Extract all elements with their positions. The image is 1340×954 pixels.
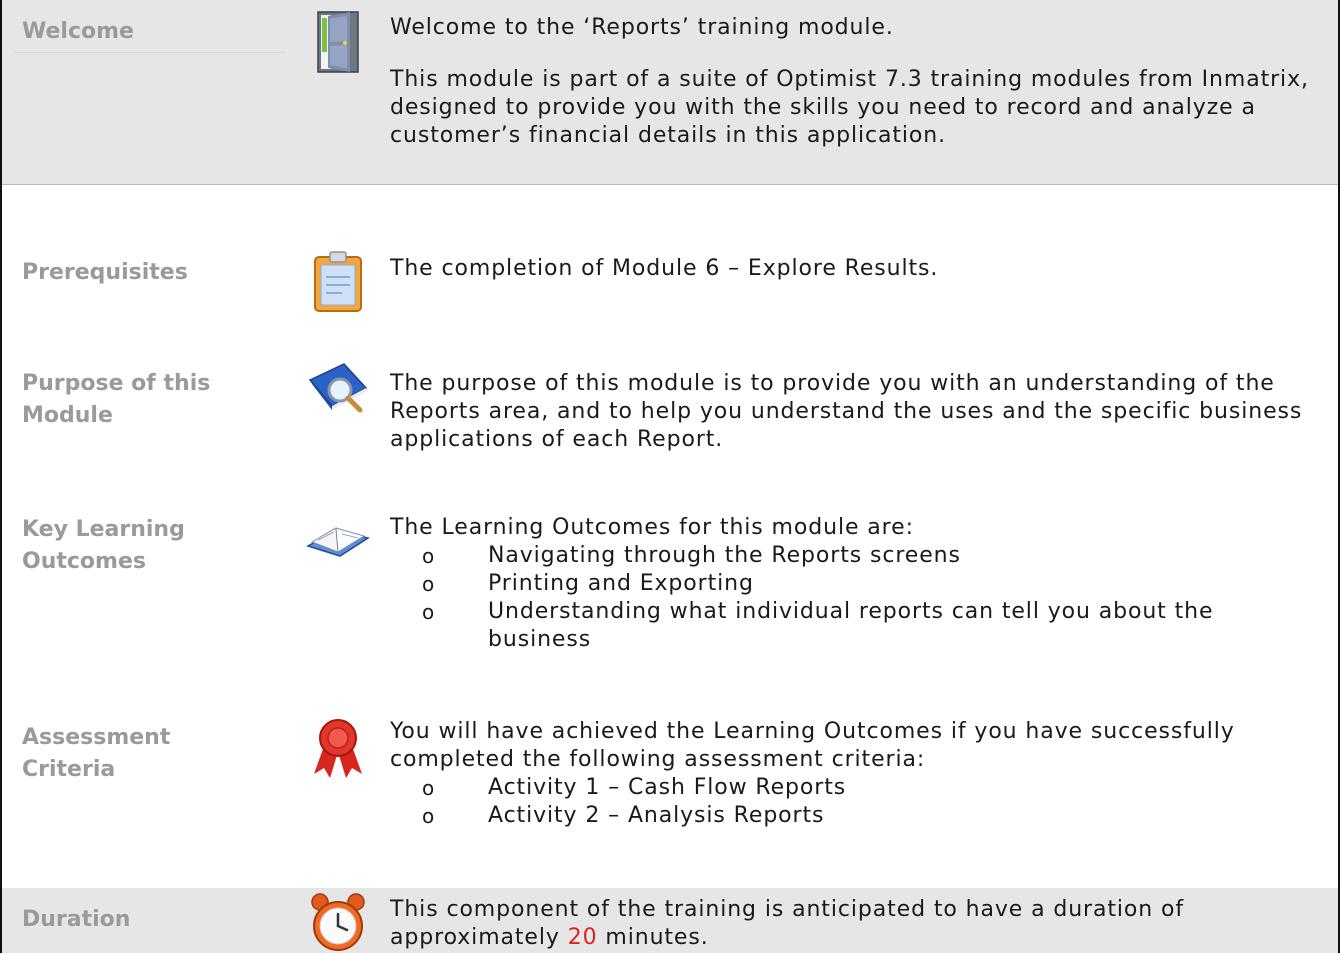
outcomes-list: Navigating through the Reports screens P… bbox=[390, 542, 1320, 654]
purpose-label-line1: Purpose of this bbox=[22, 371, 211, 396]
assessment-label-line2: Criteria bbox=[22, 757, 116, 782]
purpose-label-line2: Module bbox=[22, 403, 113, 428]
purpose-section: Purpose of this Module The purpose of th… bbox=[2, 336, 1338, 508]
outcomes-label: Key Learning Outcomes bbox=[22, 514, 185, 578]
duration-minutes: 20 bbox=[567, 925, 598, 950]
assessment-label-line1: Assessment bbox=[22, 725, 171, 750]
list-item: Navigating through the Reports screens bbox=[422, 542, 1320, 570]
purpose-label: Purpose of this Module bbox=[22, 368, 210, 432]
outcomes-label-line1: Key Learning bbox=[22, 517, 185, 542]
outcomes-section: Key Learning Outcomes The Learning Outco… bbox=[2, 508, 1338, 700]
welcome-body: This module is part of a suite of Optimi… bbox=[390, 67, 1309, 148]
award-ribbon-icon bbox=[314, 719, 362, 778]
welcome-intro: Welcome to the ‘Reports’ training module… bbox=[390, 15, 894, 40]
duration-text: This component of the training is antici… bbox=[390, 896, 1320, 952]
clipboard-icon bbox=[314, 251, 362, 312]
duration-label: Duration bbox=[22, 907, 131, 932]
list-item: Printing and Exporting bbox=[422, 570, 1320, 598]
duration-text-after: minutes. bbox=[597, 925, 709, 950]
welcome-text: Welcome to the ‘Reports’ training module… bbox=[390, 14, 1320, 150]
open-book-icon bbox=[306, 527, 370, 557]
outcomes-label-line2: Outcomes bbox=[22, 549, 146, 574]
welcome-label: Welcome bbox=[22, 19, 134, 44]
prerequisites-text: The completion of Module 6 – Explore Res… bbox=[390, 256, 939, 281]
assessment-list: Activity 1 – Cash Flow Reports Activity … bbox=[390, 774, 1320, 830]
duration-section: Duration This component of the training … bbox=[2, 888, 1338, 953]
training-module-overview: Welcome Welcome to the ‘Reports’ trainin… bbox=[0, 0, 1340, 953]
assessment-section: Assessment Criteria You will have achiev… bbox=[2, 700, 1338, 888]
assessment-intro: You will have achieved the Learning Outc… bbox=[390, 719, 1235, 772]
duration-text-before: This component of the training is antici… bbox=[390, 897, 1185, 950]
prerequisites-section: Prerequisites The completion of Module 6… bbox=[2, 184, 1338, 337]
assessment-text: You will have achieved the Learning Outc… bbox=[390, 718, 1320, 830]
book-magnifier-icon bbox=[308, 363, 368, 413]
welcome-section: Welcome Welcome to the ‘Reports’ trainin… bbox=[2, 0, 1338, 184]
label-divider bbox=[14, 52, 286, 53]
list-item: Understanding what individual reports ca… bbox=[422, 598, 1320, 654]
assessment-label: Assessment Criteria bbox=[22, 722, 170, 786]
list-item: Activity 2 – Analysis Reports bbox=[422, 802, 1320, 830]
door-icon bbox=[317, 11, 359, 73]
purpose-text: The purpose of this module is to provide… bbox=[390, 371, 1303, 452]
outcomes-text: The Learning Outcomes for this module ar… bbox=[390, 514, 1320, 654]
list-item: Activity 1 – Cash Flow Reports bbox=[422, 774, 1320, 802]
outcomes-intro: The Learning Outcomes for this module ar… bbox=[390, 515, 914, 540]
prerequisites-label: Prerequisites bbox=[22, 260, 188, 285]
alarm-clock-icon bbox=[311, 893, 365, 951]
